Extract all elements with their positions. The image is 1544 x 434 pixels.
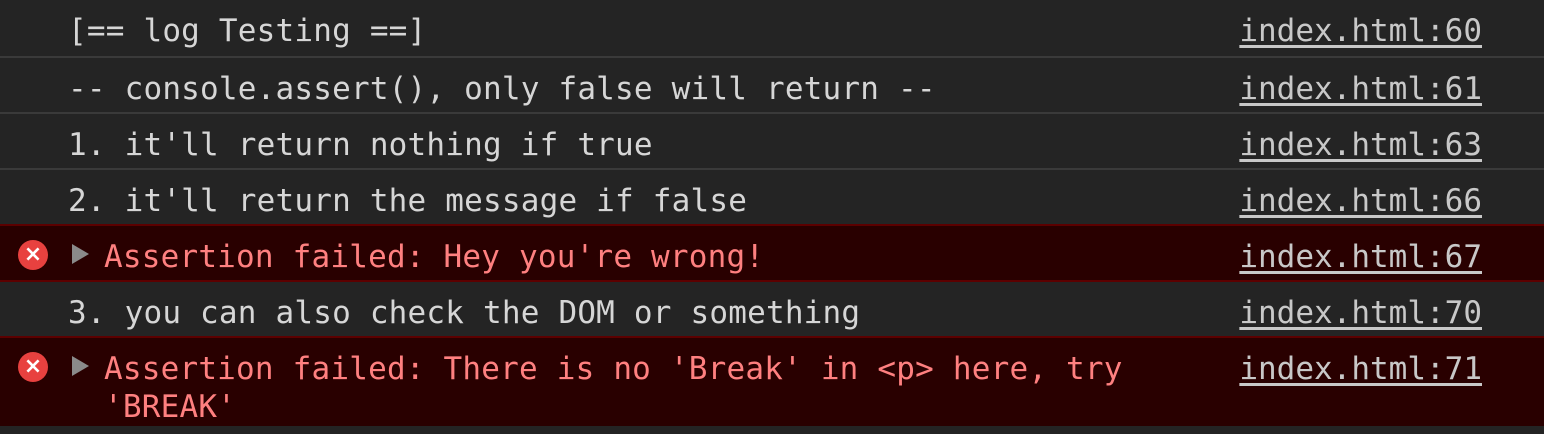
console-error-text: Assertion failed: Hey you're wrong! — [104, 239, 765, 275]
console-message: -- console.assert(), only false will ret… — [0, 58, 1544, 114]
source-link[interactable]: index.html:70 — [1239, 294, 1482, 332]
source-link[interactable]: index.html:61 — [1239, 70, 1482, 108]
console-message: 1. it'll return nothing if true index.ht… — [0, 114, 1544, 170]
console-error: × Assertion failed: Hey you're wrong! in… — [0, 224, 1544, 282]
console-panel: [== log Testing ==] index.html:60 -- con… — [0, 0, 1544, 434]
source-link[interactable]: index.html:67 — [1239, 238, 1482, 276]
console-message-text: 2. it'll return the message if false — [68, 183, 748, 219]
console-message-text: 1. it'll return nothing if true — [68, 127, 653, 163]
error-icon: × — [18, 352, 48, 382]
console-message: [== log Testing ==] index.html:60 — [0, 0, 1544, 58]
console-message: 2. it'll return the message if false ind… — [0, 170, 1544, 226]
expand-triangle-icon[interactable] — [72, 356, 89, 376]
console-message: 3. you can also check the DOM or somethi… — [0, 282, 1544, 338]
console-message-text: [== log Testing ==] — [68, 13, 427, 49]
expand-triangle-icon[interactable] — [72, 244, 89, 264]
console-error-text: Assertion failed: There is no 'Break' in… — [104, 351, 1142, 425]
error-icon: × — [18, 240, 48, 270]
console-message-text: 3. you can also check the DOM or somethi… — [68, 295, 861, 331]
source-link[interactable]: index.html:60 — [1239, 12, 1482, 50]
console-error: × Assertion failed: There is no 'Break' … — [0, 336, 1544, 426]
source-link[interactable]: index.html:63 — [1239, 126, 1482, 164]
console-message-text: -- console.assert(), only false will ret… — [68, 71, 936, 107]
source-link[interactable]: index.html:66 — [1239, 182, 1482, 220]
source-link[interactable]: index.html:71 — [1239, 350, 1482, 388]
